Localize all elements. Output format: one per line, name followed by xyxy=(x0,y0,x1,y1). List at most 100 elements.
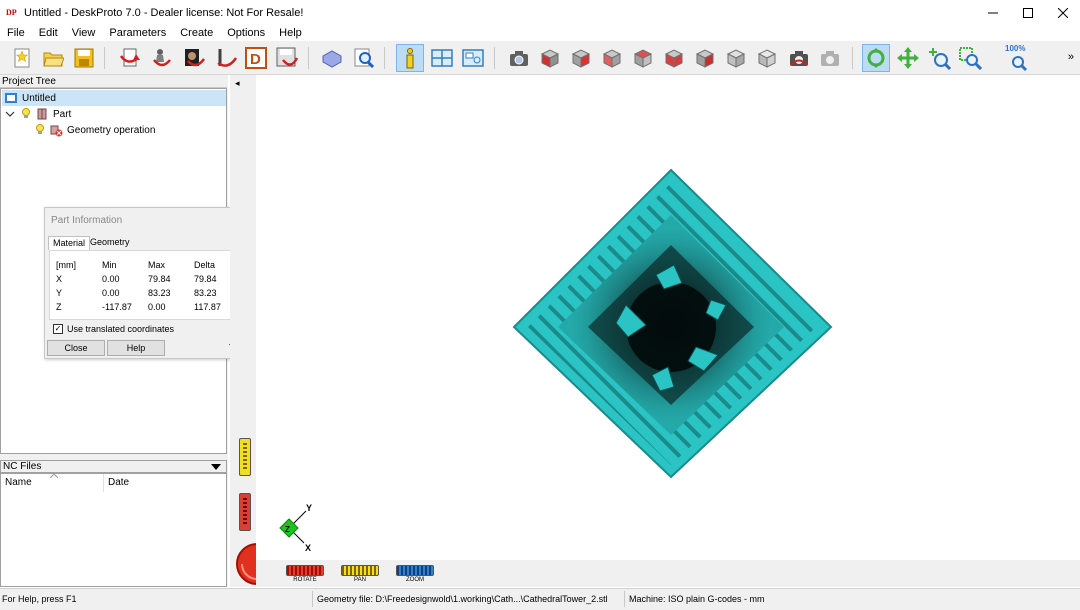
menu-create[interactable]: Create xyxy=(173,27,220,39)
tab-geometry[interactable]: Geometry xyxy=(86,236,134,250)
table-cell: 83.23 xyxy=(194,288,217,298)
dxf-icon: D xyxy=(245,47,267,69)
tree-item-project[interactable]: Untitled xyxy=(2,90,226,106)
title-bar: DP Untitled - DeskProto 7.0 - Dealer lic… xyxy=(0,0,1080,25)
part-info-button[interactable] xyxy=(396,44,424,72)
nc-column-name[interactable]: Name xyxy=(5,477,32,488)
import-geometry-button[interactable] xyxy=(116,44,144,72)
nc-files-header[interactable]: NC Files xyxy=(0,460,227,473)
pan-control[interactable] xyxy=(341,565,379,576)
save-button[interactable] xyxy=(70,44,98,72)
bitmap-icon xyxy=(185,49,206,67)
table-cell: 79.84 xyxy=(194,274,217,284)
close-button[interactable]: Close xyxy=(47,340,105,356)
window-title: Untitled - DeskProto 7.0 - Dealer licens… xyxy=(24,6,304,19)
zoom-mode-button[interactable] xyxy=(925,44,953,72)
menu-help[interactable]: Help xyxy=(272,27,309,39)
view-right-button[interactable] xyxy=(598,44,626,72)
camera-snapshot-icon xyxy=(790,51,808,66)
save-nc-button[interactable] xyxy=(273,44,301,72)
view-cube-button[interactable] xyxy=(753,44,781,72)
view-settings-button[interactable] xyxy=(459,44,487,72)
new-project-button[interactable] xyxy=(8,44,36,72)
shaded-icon xyxy=(322,50,342,68)
camera-gray-button[interactable] xyxy=(816,44,844,72)
nc-column-date[interactable]: Date xyxy=(108,477,129,488)
chevron-down-icon xyxy=(5,111,15,117)
table-header: [mm] xyxy=(56,260,76,270)
collapse-panel-button[interactable]: ◂ xyxy=(235,78,240,89)
status-machine: Machine: ISO plain G-codes - mm xyxy=(629,594,765,604)
view-top-button[interactable] xyxy=(691,44,719,72)
dialog-title: Part Information xyxy=(51,215,123,226)
menu-view[interactable]: View xyxy=(65,27,103,39)
maximize-button[interactable] xyxy=(1010,0,1045,25)
vector-button[interactable] xyxy=(212,44,240,72)
checkbox-box[interactable]: ✓ xyxy=(53,324,63,334)
pan-mode-button[interactable] xyxy=(894,44,922,72)
open-button[interactable] xyxy=(39,44,67,72)
tree-item-label: Untitled xyxy=(22,92,56,104)
view-right-icon xyxy=(602,49,622,68)
minimize-button[interactable] xyxy=(975,0,1010,25)
menu-options[interactable]: Options xyxy=(220,27,272,39)
pan-mode-icon xyxy=(897,47,919,69)
pan-slider[interactable] xyxy=(239,438,251,476)
axis-x-label: X xyxy=(305,543,311,553)
new-project-icon xyxy=(14,48,30,68)
status-help: For Help, press F1 xyxy=(2,594,77,604)
view-front-icon xyxy=(571,49,591,68)
main-toolbar: D 100% » xyxy=(0,41,1080,75)
bitmap-button[interactable] xyxy=(180,44,208,72)
translated-coordinates-checkbox[interactable]: ✓ Use translated coordinates xyxy=(53,324,174,334)
view-layout-button[interactable] xyxy=(428,44,456,72)
table-header: Delta xyxy=(194,260,216,270)
table-header: Min xyxy=(102,260,117,270)
shaded-button[interactable] xyxy=(318,44,346,72)
table-cell: 0.00 xyxy=(102,274,120,284)
toolbar-overflow-button[interactable]: » xyxy=(1068,51,1074,63)
view-cube-icon xyxy=(757,49,777,68)
rotate-slider[interactable] xyxy=(239,493,251,531)
view-left-button[interactable] xyxy=(660,44,688,72)
menu-edit[interactable]: Edit xyxy=(32,27,65,39)
rotate-mode-icon xyxy=(867,48,885,68)
table-cell: 79.84 xyxy=(148,274,171,284)
zoom-control[interactable] xyxy=(396,565,434,576)
tab-material[interactable]: Material xyxy=(48,236,91,250)
3d-viewport[interactable]: Z Y X xyxy=(256,75,1080,560)
rotate-label: ROTATE xyxy=(293,577,317,583)
view-bottom-button[interactable] xyxy=(722,44,750,72)
screenshot-button[interactable] xyxy=(505,44,533,72)
menu-file[interactable]: File xyxy=(0,27,32,39)
dxf-button[interactable]: D xyxy=(242,44,270,72)
camera-gray-icon xyxy=(821,51,839,66)
table-cell: 0.00 xyxy=(148,302,166,312)
zoom-100-label: 100% xyxy=(1005,44,1026,53)
save-icon xyxy=(74,48,94,68)
zoom-window-button[interactable] xyxy=(956,44,984,72)
part-info-icon xyxy=(406,48,414,69)
camera-snapshot-button[interactable] xyxy=(785,44,813,72)
zoom-100-button[interactable]: 100% xyxy=(1004,44,1034,72)
model-view[interactable]: Z Y X xyxy=(256,75,1080,560)
status-bar: For Help, press F1 Geometry file: D:\Fre… xyxy=(0,588,1080,610)
search-button[interactable] xyxy=(350,44,378,72)
close-window-button[interactable] xyxy=(1045,0,1080,25)
lightbulb-icon xyxy=(22,108,30,118)
minimize-icon xyxy=(987,12,998,13)
add-part-button[interactable] xyxy=(148,44,176,72)
menu-parameters[interactable]: Parameters xyxy=(102,27,173,39)
tree-item-geometry-operation[interactable]: Geometry operation xyxy=(35,122,155,138)
help-button[interactable]: Help xyxy=(107,340,165,356)
view-iso-button[interactable] xyxy=(536,44,564,72)
tree-item-part[interactable]: Part xyxy=(5,106,71,122)
rotate-mode-button[interactable] xyxy=(862,44,890,72)
project-icon xyxy=(5,93,17,103)
project-tree-header: Project Tree xyxy=(0,75,227,88)
view-settings-icon xyxy=(462,49,484,67)
zoom-100-icon xyxy=(1012,56,1028,72)
view-back-button[interactable] xyxy=(629,44,657,72)
rotate-control[interactable] xyxy=(286,565,324,576)
view-front-button[interactable] xyxy=(567,44,595,72)
